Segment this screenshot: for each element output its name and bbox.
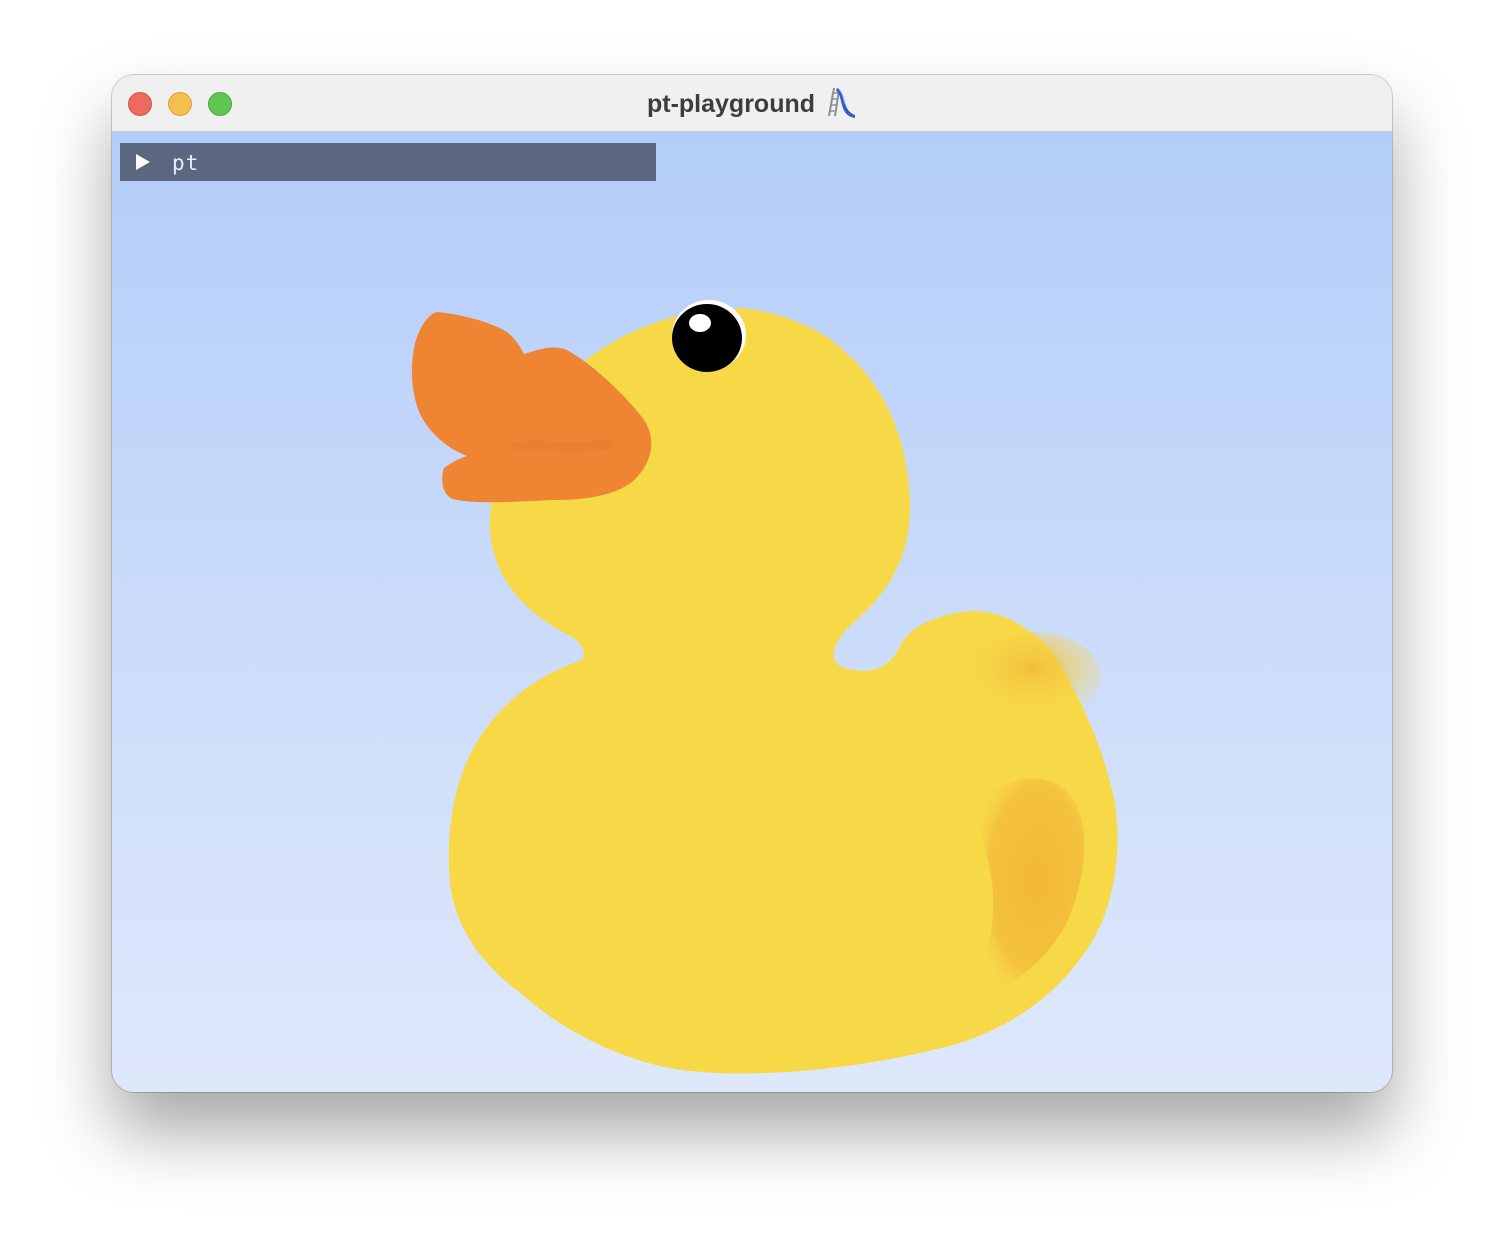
- render-viewport[interactable]: pt: [112, 132, 1392, 1092]
- title-bar[interactable]: pt-playground: [112, 75, 1392, 132]
- playground-slide-icon: [828, 88, 856, 119]
- duck-beak: [411, 312, 652, 503]
- duck-tail-shade: [962, 632, 1102, 722]
- window-title-text: pt-playground: [646, 89, 816, 118]
- play-triangle-icon[interactable]: [136, 154, 150, 170]
- panel-header-pt[interactable]: pt: [120, 143, 656, 181]
- panel-label: pt: [172, 151, 200, 175]
- app-window: pt-playground pt: [112, 75, 1392, 1092]
- rubber-duck-render: [411, 300, 1118, 1074]
- window-title: pt-playground: [112, 75, 1392, 132]
